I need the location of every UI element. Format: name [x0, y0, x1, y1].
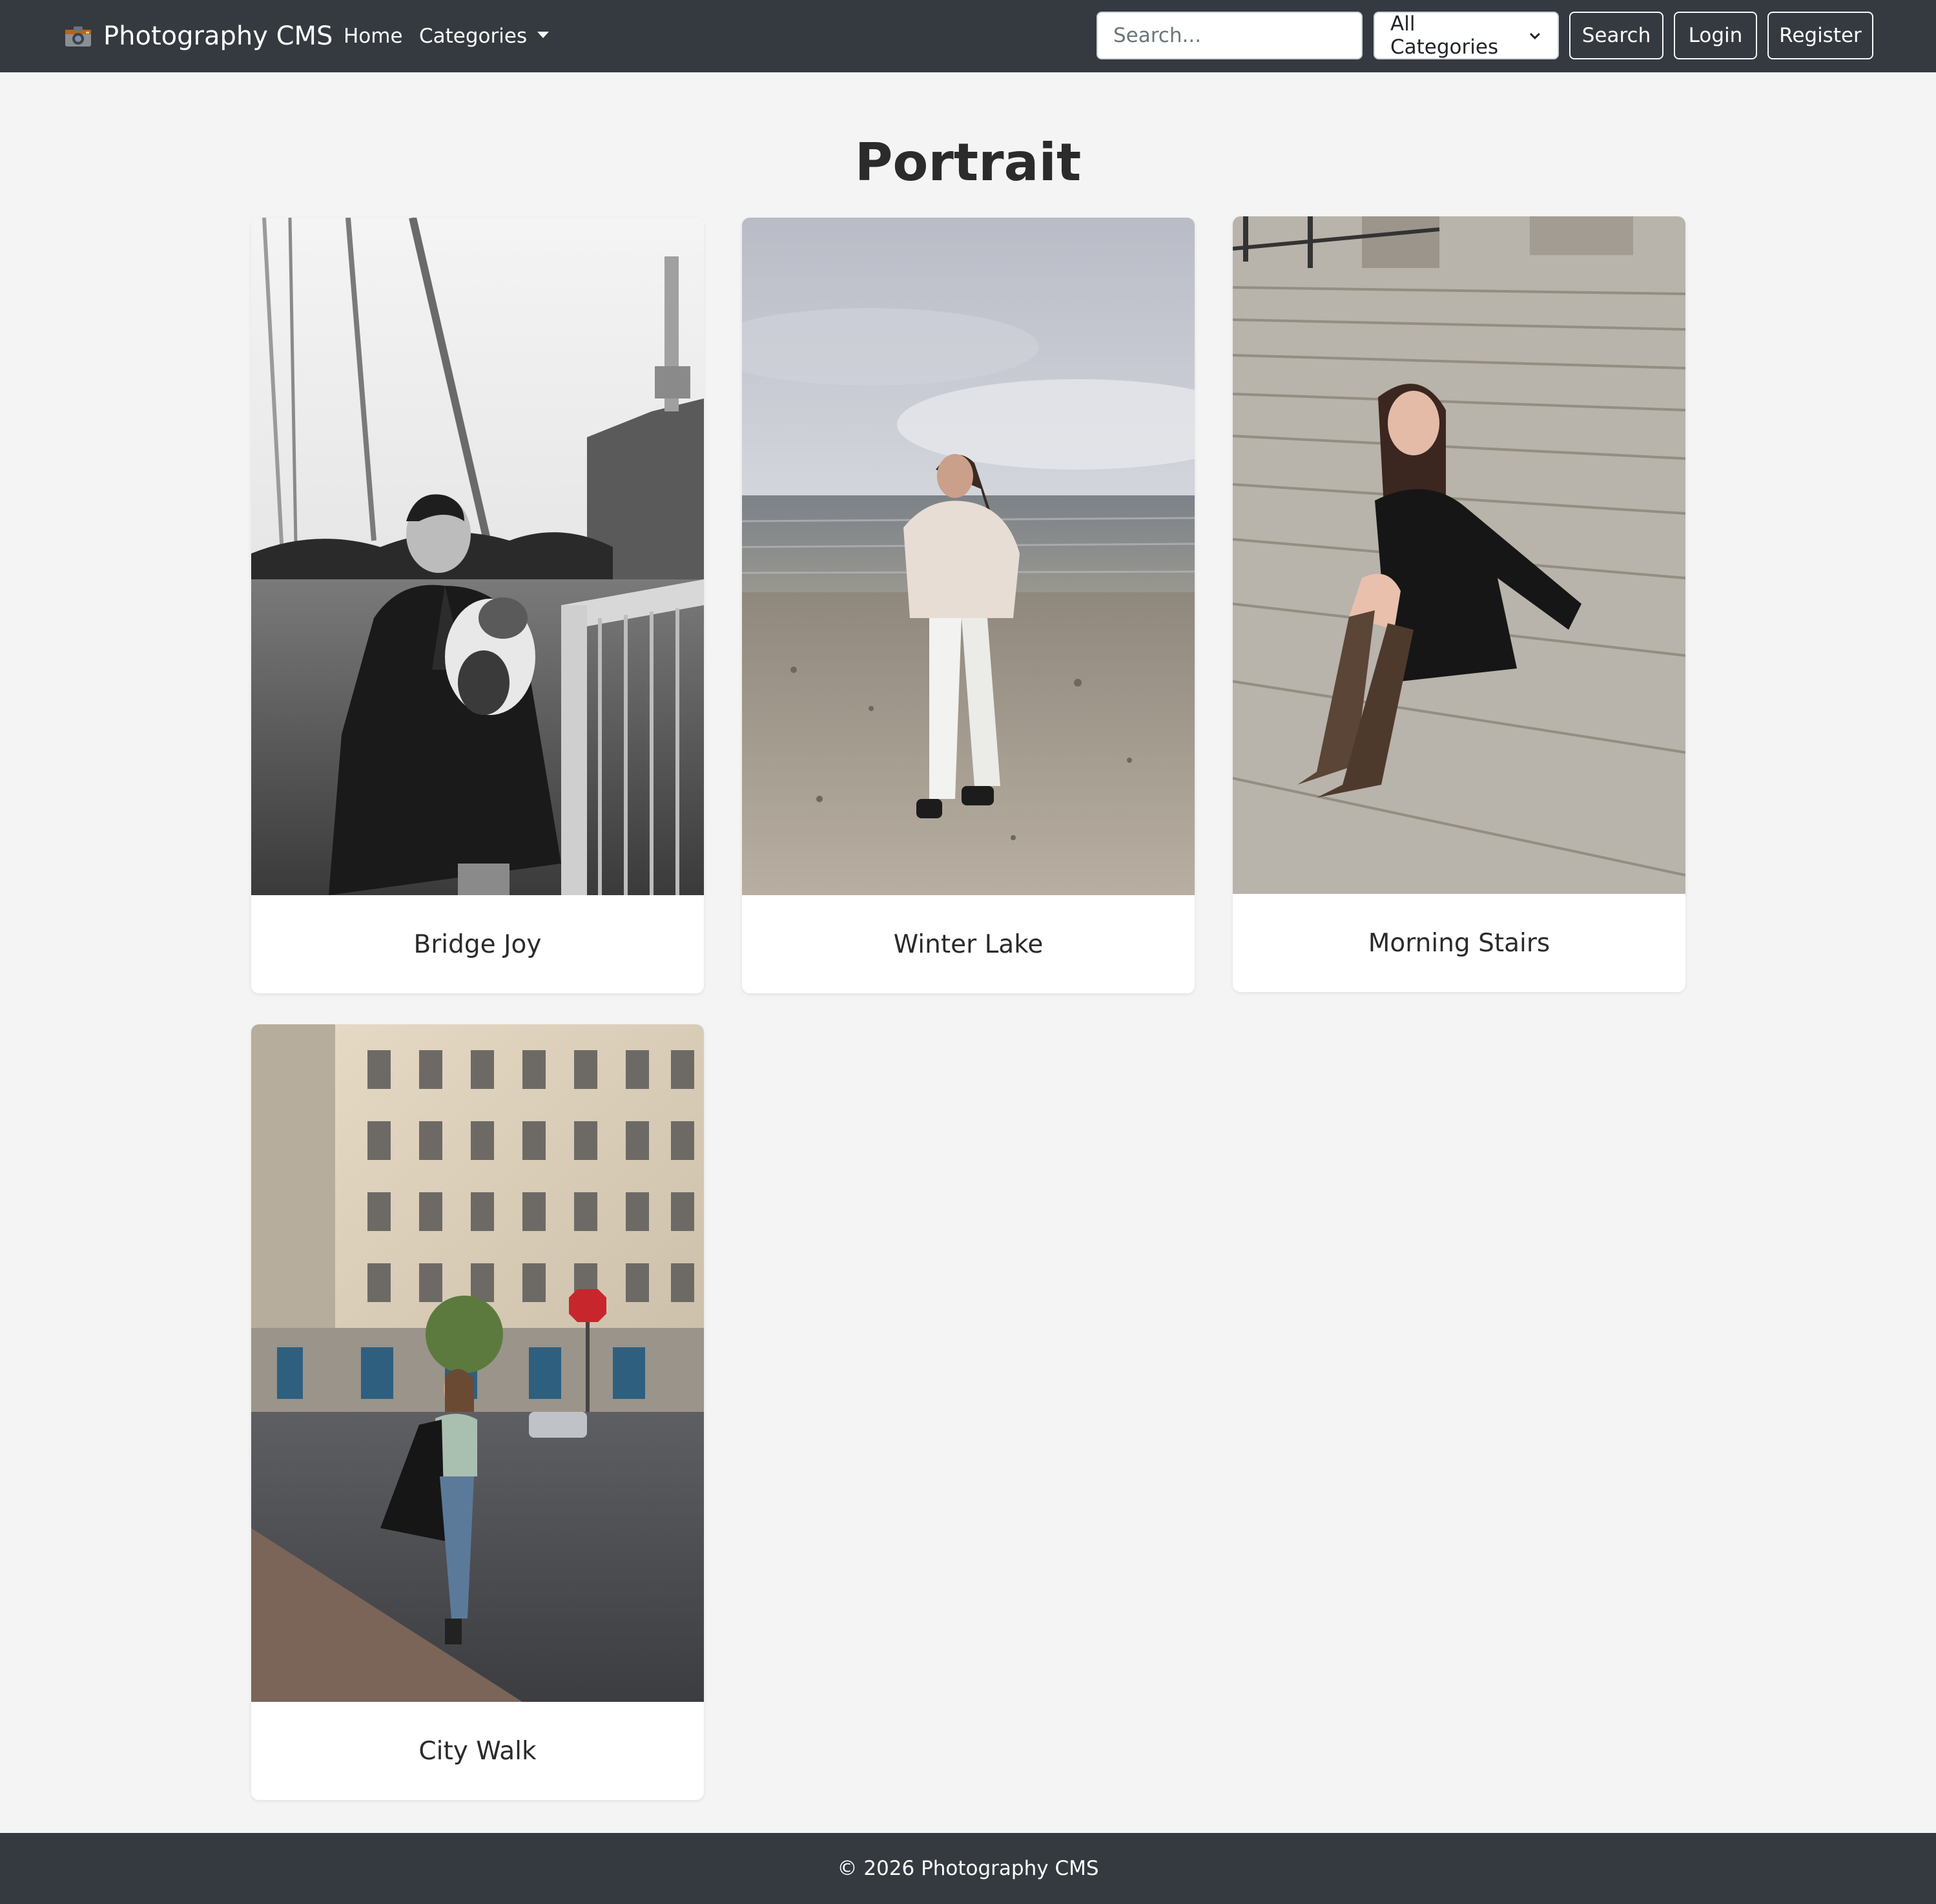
nav-categories-label: Categories [419, 25, 528, 48]
login-button[interactable]: Login [1674, 12, 1757, 59]
gallery-card[interactable]: Bridge Joy [251, 218, 704, 993]
nav-home-link[interactable]: Home [344, 0, 403, 72]
gallery-card[interactable]: Morning Stairs [1233, 216, 1685, 992]
search-input[interactable] [1097, 12, 1363, 59]
photo-morning-stairs[interactable] [1233, 216, 1685, 894]
card-title[interactable]: Winter Lake [742, 895, 1195, 993]
register-button[interactable]: Register [1767, 12, 1873, 59]
brand-link[interactable]: Photography CMS [65, 0, 333, 72]
photo-winter-lake[interactable] [742, 218, 1195, 895]
camera-icon [65, 25, 92, 47]
chevron-down-icon [1530, 32, 1541, 40]
brand-text: Photography CMS [103, 21, 333, 51]
gallery-card[interactable]: City Walk [251, 1024, 704, 1800]
nav-categories-dropdown[interactable]: Categories [419, 0, 550, 72]
card-title[interactable]: City Walk [251, 1702, 704, 1800]
page-title: Portrait [854, 132, 1082, 192]
category-select[interactable]: All Categories [1374, 12, 1559, 59]
card-title[interactable]: Bridge Joy [251, 895, 704, 993]
category-select-value: All Categories [1390, 12, 1499, 59]
top-navbar: Photography CMS Home Categories All Cate… [0, 0, 1936, 72]
gallery-card[interactable]: Winter Lake [742, 218, 1195, 993]
footer: © 2026 Photography CMS [0, 1833, 1936, 1904]
search-button[interactable]: Search [1569, 12, 1663, 59]
photo-city-walk[interactable] [251, 1024, 704, 1702]
card-title[interactable]: Morning Stairs [1233, 894, 1685, 992]
footer-text: © 2026 Photography CMS [837, 1857, 1099, 1880]
caret-down-icon [537, 32, 550, 38]
photo-bridge-joy[interactable] [251, 218, 704, 895]
